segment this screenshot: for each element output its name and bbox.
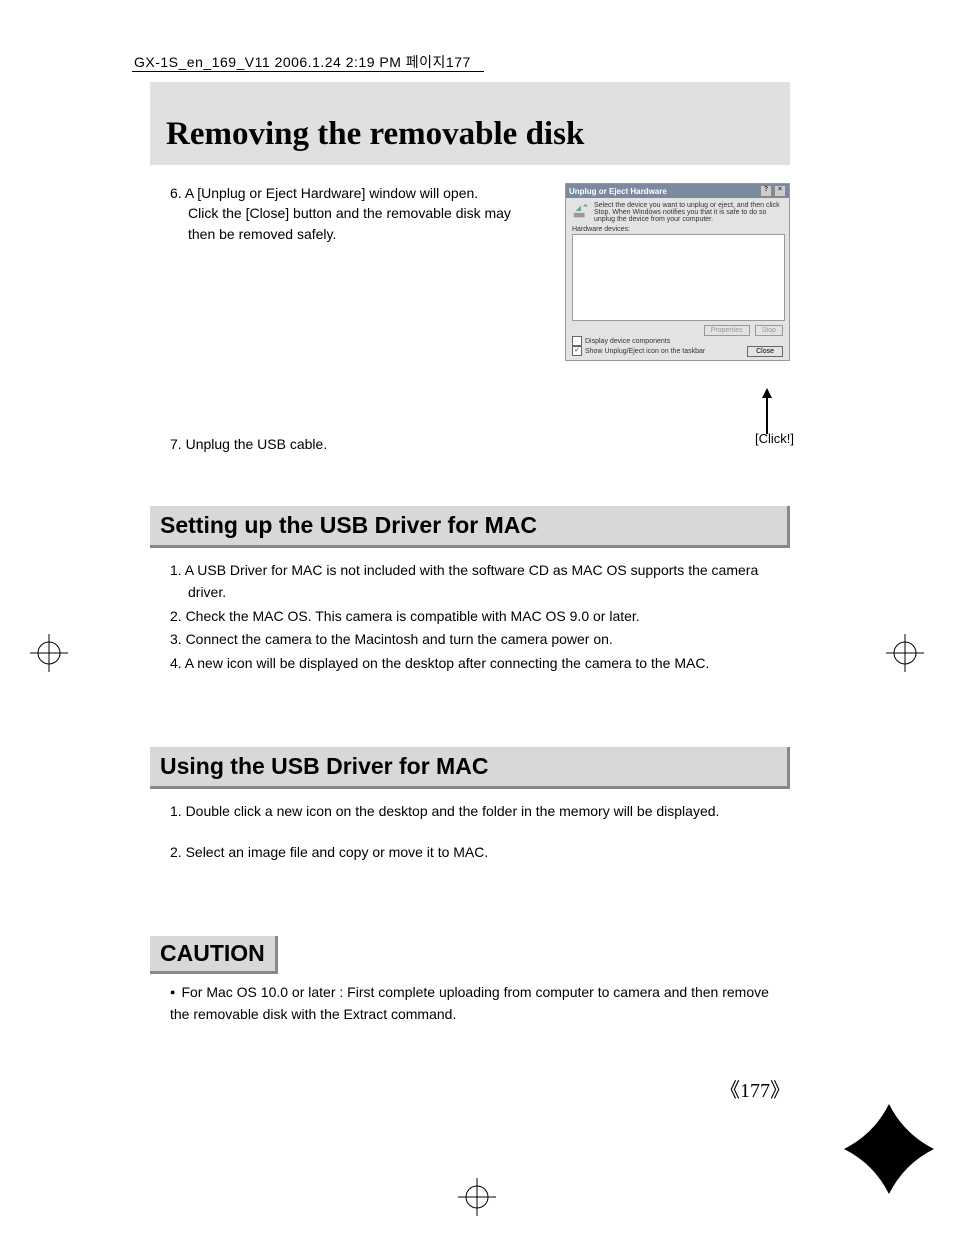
page-number: 《177》	[720, 1074, 790, 1103]
eject-icon	[572, 202, 590, 220]
list-item: 2. Select an image file and copy or move…	[170, 842, 790, 864]
list-item: 2. Check the MAC OS. This camera is comp…	[170, 606, 790, 628]
dialog-titlebar: Unplug or Eject Hardware ? ×	[566, 184, 789, 198]
checkbox-display-components[interactable]	[572, 336, 582, 346]
list-item: 4. A new icon will be displayed on the d…	[170, 653, 790, 675]
section-heading-setup-mac: Setting up the USB Driver for MAC	[150, 506, 790, 548]
step-7-text: Unplug the USB cable.	[186, 436, 328, 452]
checkbox-display-components-label: Display device components	[585, 338, 670, 345]
crop-mark-right	[886, 634, 924, 672]
crop-mark-bottom	[458, 1178, 496, 1216]
caution-heading: CAUTION	[160, 940, 265, 967]
dialog-title: Unplug or Eject Hardware	[569, 187, 667, 196]
page-title: Removing the removable disk	[166, 116, 774, 153]
step-6: 6. A [Unplug or Eject Hardware] window w…	[170, 183, 545, 244]
section-heading-using-mac-text: Using the USB Driver for MAC	[160, 753, 777, 780]
corner-mark	[844, 1104, 934, 1194]
dialog-message: Select the device you want to unplug or …	[594, 202, 783, 223]
caution-text: For Mac OS 10.0 or later : First complet…	[170, 984, 769, 1022]
click-label: [Click!]	[755, 431, 794, 446]
stop-button[interactable]: Stop	[755, 325, 783, 336]
caution-heading-block: CAUTION	[150, 936, 278, 974]
page-title-block: Removing the removable disk	[150, 82, 790, 165]
list-item: 1. A USB Driver for MAC is not included …	[170, 560, 790, 603]
step-6-num: 6.	[170, 185, 182, 201]
checkbox-show-taskbar-icon-label: Show Unplug/Eject icon on the taskbar	[585, 348, 705, 355]
setup-mac-list: 1. A USB Driver for MAC is not included …	[150, 560, 790, 674]
page-content: Removing the removable disk 6. A [Unplug…	[150, 82, 790, 1025]
step-6-line1: A [Unplug or Eject Hardware] window will…	[185, 185, 478, 201]
using-mac-list: 1. Double click a new icon on the deskto…	[150, 801, 790, 864]
close-button[interactable]: Close	[747, 346, 783, 357]
hardware-devices-list[interactable]	[572, 234, 785, 321]
list-item: 1. Double click a new icon on the deskto…	[170, 801, 790, 823]
step-6-line3: then be removed safely.	[188, 226, 336, 242]
section-heading-setup-mac-text: Setting up the USB Driver for MAC	[160, 512, 777, 539]
step-7-num: 7.	[170, 436, 182, 452]
steps-column: 6. A [Unplug or Eject Hardware] window w…	[150, 183, 545, 456]
print-header: GX-1S_en_169_V11 2006.1.24 2:19 PM 페이지17…	[134, 52, 471, 72]
checkbox-show-taskbar-icon[interactable]: ✓	[572, 346, 582, 356]
list-item: 3. Connect the camera to the Macintosh a…	[170, 629, 790, 651]
dialog-screenshot: Unplug or Eject Hardware ? × Select the …	[565, 183, 790, 456]
header-rule	[132, 71, 484, 72]
crop-mark-left	[30, 634, 68, 672]
properties-button[interactable]: Properties	[704, 325, 750, 336]
caution-body: For Mac OS 10.0 or later : First complet…	[150, 982, 790, 1025]
step-7: 7. Unplug the USB cable.	[170, 434, 545, 454]
hardware-devices-label: Hardware devices:	[572, 226, 783, 233]
callout-arrow	[762, 388, 772, 434]
dialog-help-button[interactable]: ?	[760, 185, 772, 197]
dialog-x-button[interactable]: ×	[774, 185, 786, 197]
section-heading-using-mac: Using the USB Driver for MAC	[150, 747, 790, 789]
step-6-line2: Click the [Close] button and the removab…	[188, 205, 511, 221]
